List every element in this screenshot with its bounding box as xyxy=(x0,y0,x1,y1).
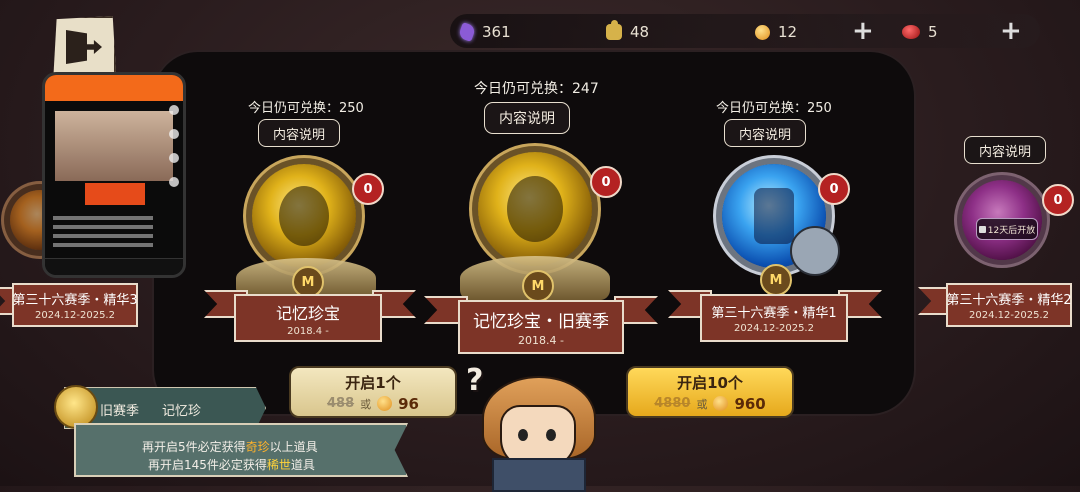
card1-count-badge: 0 xyxy=(352,173,384,205)
pity-info-banner: 旧赛季 记忆珍 再开启5件必定获得奇珍以上道具 再开启145件必定获得稀世道具 xyxy=(54,385,408,477)
card2-info-button[interactable]: 内容说明 xyxy=(484,102,570,134)
video-sticker xyxy=(85,183,145,205)
pity-line-1: 再开启5件必定获得奇珍以上道具 xyxy=(142,438,318,455)
red-orb-count: 5 xyxy=(928,23,938,41)
character-left-eye xyxy=(518,429,528,441)
season-tab-memory[interactable]: 记忆珍 xyxy=(162,400,201,419)
card3-count-badge: 0 xyxy=(818,173,850,205)
gold-coin-icon xyxy=(755,24,770,40)
puzzle-piece-icon xyxy=(606,20,622,40)
left-side-card-ribbon[interactable]: 第三十六赛季・精华3 2024.12-2025.2 xyxy=(12,283,138,327)
card2-emblem-icon xyxy=(507,176,563,242)
pity-line-2-post: 道具 xyxy=(290,458,315,472)
open-ten-or: 或 xyxy=(696,397,708,411)
red-orb-currency: 5 xyxy=(902,17,938,47)
card1-ribbon[interactable]: 记忆珍宝 2018.4 - xyxy=(234,294,382,342)
season-gold-badge-icon xyxy=(54,385,98,429)
coin-count: 12 xyxy=(778,23,798,41)
right-card-locked-text: 12天后开放 xyxy=(987,225,1036,236)
card3-remaining: 今日仍可兑换：250 xyxy=(716,101,832,116)
card3-info-button[interactable]: 内容说明 xyxy=(724,119,807,147)
card3-date: 2024.12-2025.2 xyxy=(734,323,814,334)
card3-m-badge-icon: M xyxy=(760,264,792,296)
video-thumbnail xyxy=(55,111,173,181)
card1-remaining: 今日仍可兑换：250 xyxy=(248,101,364,116)
card3-ribbon[interactable]: 第三十六赛季・精华1 2024.12-2025.2 xyxy=(700,294,848,342)
video-comments xyxy=(53,211,153,252)
currency-bar-bg xyxy=(450,14,1040,48)
pity-line-2: 再开启145件必定获得稀世道具 xyxy=(148,456,315,473)
pity-line-1-post: 以上道具 xyxy=(269,440,318,454)
coin-currency: 12 xyxy=(755,17,797,47)
coin-icon xyxy=(713,396,729,411)
open-ten-label: 开启10个 xyxy=(677,373,743,392)
card3-card-emblem-icon xyxy=(754,188,794,244)
video-banner xyxy=(45,75,183,101)
character-body xyxy=(492,458,586,492)
card2-ribbon[interactable]: 记忆珍宝・旧赛季 2018.4 - xyxy=(458,300,624,354)
left-side-card-date: 2024.12-2025.2 xyxy=(35,310,115,321)
puzzle-currency: 48 xyxy=(606,17,649,47)
right-card-lock-label: 12天后开放 xyxy=(976,218,1038,240)
card1-emblem-icon xyxy=(279,186,329,246)
pity-line-2-pre: 再开启145件必定获得 xyxy=(148,458,267,472)
video-side-actions xyxy=(169,105,179,201)
character-right-eye xyxy=(546,429,556,441)
right-card-title: 第三十六赛季・精华2 xyxy=(946,293,1072,308)
card1-info-button[interactable]: 内容说明 xyxy=(258,119,341,147)
season-tab-old[interactable]: 旧赛季 xyxy=(100,400,139,419)
right-card-info-button[interactable]: 内容说明 xyxy=(964,136,1047,164)
purple-gem-icon xyxy=(457,22,477,42)
gem-currency: 361 xyxy=(457,17,511,47)
red-orb-icon xyxy=(902,25,920,39)
pity-line-1-pre: 再开启5件必定获得 xyxy=(142,440,246,454)
card1-orb[interactable] xyxy=(252,164,356,268)
card2-orb[interactable] xyxy=(478,152,592,266)
open-ten-cost: 4880 或 960 xyxy=(654,395,766,413)
lock-icon xyxy=(978,225,986,233)
card2-m-badge-icon: M xyxy=(522,270,554,302)
card2-date: 2018.4 - xyxy=(518,334,564,347)
card2-remaining: 今日仍可兑换：247 xyxy=(474,81,599,97)
right-card-date: 2024.12-2025.2 xyxy=(969,310,1049,321)
card3-title: 第三十六赛季・精华1 xyxy=(711,306,837,321)
right-card-count-badge: 0 xyxy=(1042,184,1074,216)
card1-date: 2018.4 - xyxy=(287,325,329,337)
video-overlay[interactable] xyxy=(42,72,186,278)
add-coins-button[interactable]: + xyxy=(852,18,874,44)
card1-title: 记忆珍宝 xyxy=(275,303,340,323)
left-side-card-title: 第三十六赛季・精华3 xyxy=(12,293,138,308)
gem-count: 361 xyxy=(482,23,511,41)
puzzle-count: 48 xyxy=(630,23,650,41)
add-red-orbs-button[interactable]: + xyxy=(1000,18,1022,44)
right-card-ribbon[interactable]: 第三十六赛季・精华2 2024.12-2025.2 xyxy=(946,283,1072,327)
open-ten-coin-cost: 960 xyxy=(734,394,766,413)
exit-button[interactable] xyxy=(53,16,116,78)
question-mark-icon: ? xyxy=(466,363,484,398)
video-nav-bar xyxy=(45,258,183,275)
open-ten-button[interactable]: 开启10个 4880 或 960 xyxy=(626,366,794,418)
card2-title: 记忆珍宝・旧赛季 xyxy=(473,312,609,332)
open-ten-gem-cost: 4880 xyxy=(654,396,691,411)
pity-line-1-rarity: 奇珍 xyxy=(245,440,270,454)
pity-line-2-rarity: 稀世 xyxy=(266,458,291,472)
card3-cat-mascot-icon xyxy=(790,226,840,276)
card2-count-badge: 0 xyxy=(590,166,622,198)
